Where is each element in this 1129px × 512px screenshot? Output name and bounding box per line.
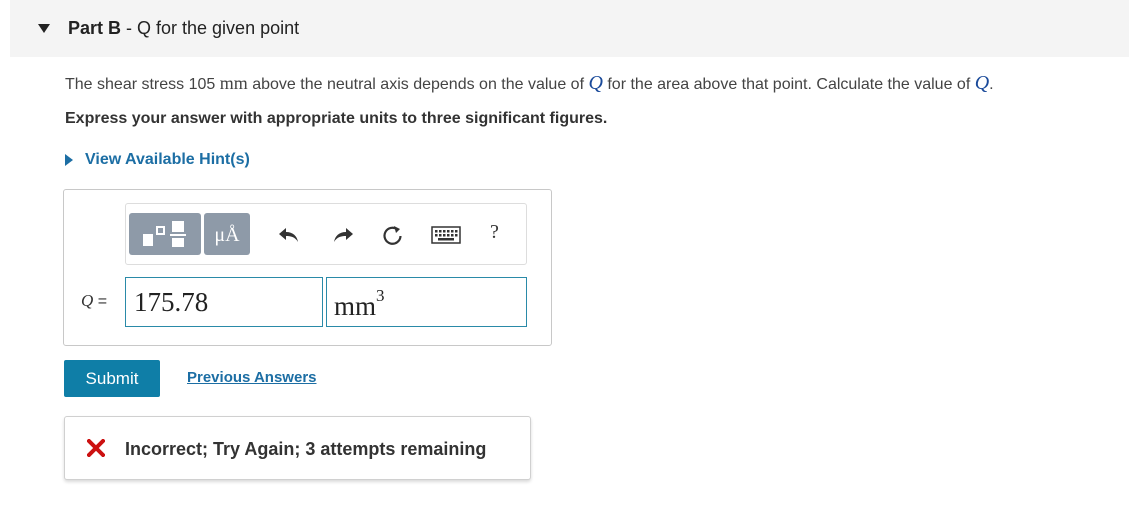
answer-box: μÅ ? Q = 175.78 mm3	[63, 189, 552, 346]
question-variable: Q	[974, 72, 990, 94]
answer-equals: =	[93, 293, 108, 310]
submit-button[interactable]: Submit	[64, 360, 160, 397]
previous-answers-link[interactable]: Previous Answers	[187, 369, 317, 386]
answer-variable: Q	[81, 291, 94, 310]
incorrect-x-icon	[87, 439, 105, 457]
unit-exponent: 3	[376, 286, 385, 305]
feedback-text: Incorrect; Try Again; 3 attempts remaini…	[125, 439, 487, 459]
part-title: Part B - Q for the given point	[68, 18, 299, 39]
part-title-text: Q for the given point	[137, 18, 300, 38]
question-text-part: .	[989, 76, 994, 93]
answer-unit-input[interactable]: mm3	[326, 277, 527, 327]
expand-caret-icon	[65, 154, 73, 166]
answer-value-input[interactable]: 175.78	[125, 277, 323, 327]
math-toolbar: μÅ ?	[125, 203, 527, 265]
hint-link-label: View Available Hint(s)	[85, 151, 250, 168]
undo-icon[interactable]	[277, 224, 301, 246]
question-text-part: above the neutral axis depends on the va…	[247, 76, 589, 93]
question-unit: mm	[219, 73, 248, 93]
view-hints-link[interactable]: View Available Hint(s)	[65, 151, 250, 169]
part-separator: -	[121, 18, 138, 38]
unit-base: mm	[334, 291, 377, 321]
help-icon[interactable]: ?	[490, 221, 499, 244]
collapse-caret-icon[interactable]	[38, 24, 50, 33]
answer-variable-label: Q =	[81, 291, 107, 311]
question-text: The shear stress 105 mm above the neutra…	[65, 72, 994, 95]
reset-icon[interactable]	[381, 224, 405, 246]
question-text-part: The shear stress 105	[65, 76, 220, 93]
part-header[interactable]: Part B - Q for the given point	[10, 0, 1129, 57]
templates-icon[interactable]	[129, 213, 201, 255]
question-variable: Q	[588, 72, 603, 94]
question-text-part: for the area above that point. Calculate…	[602, 76, 975, 93]
units-icon[interactable]: μÅ	[204, 213, 250, 255]
keyboard-icon[interactable]	[431, 226, 461, 244]
part-label: Part B	[68, 18, 122, 38]
feedback-panel: Incorrect; Try Again; 3 attempts remaini…	[64, 416, 531, 480]
instruction-text: Express your answer with appropriate uni…	[65, 110, 608, 127]
redo-icon[interactable]	[331, 224, 355, 246]
